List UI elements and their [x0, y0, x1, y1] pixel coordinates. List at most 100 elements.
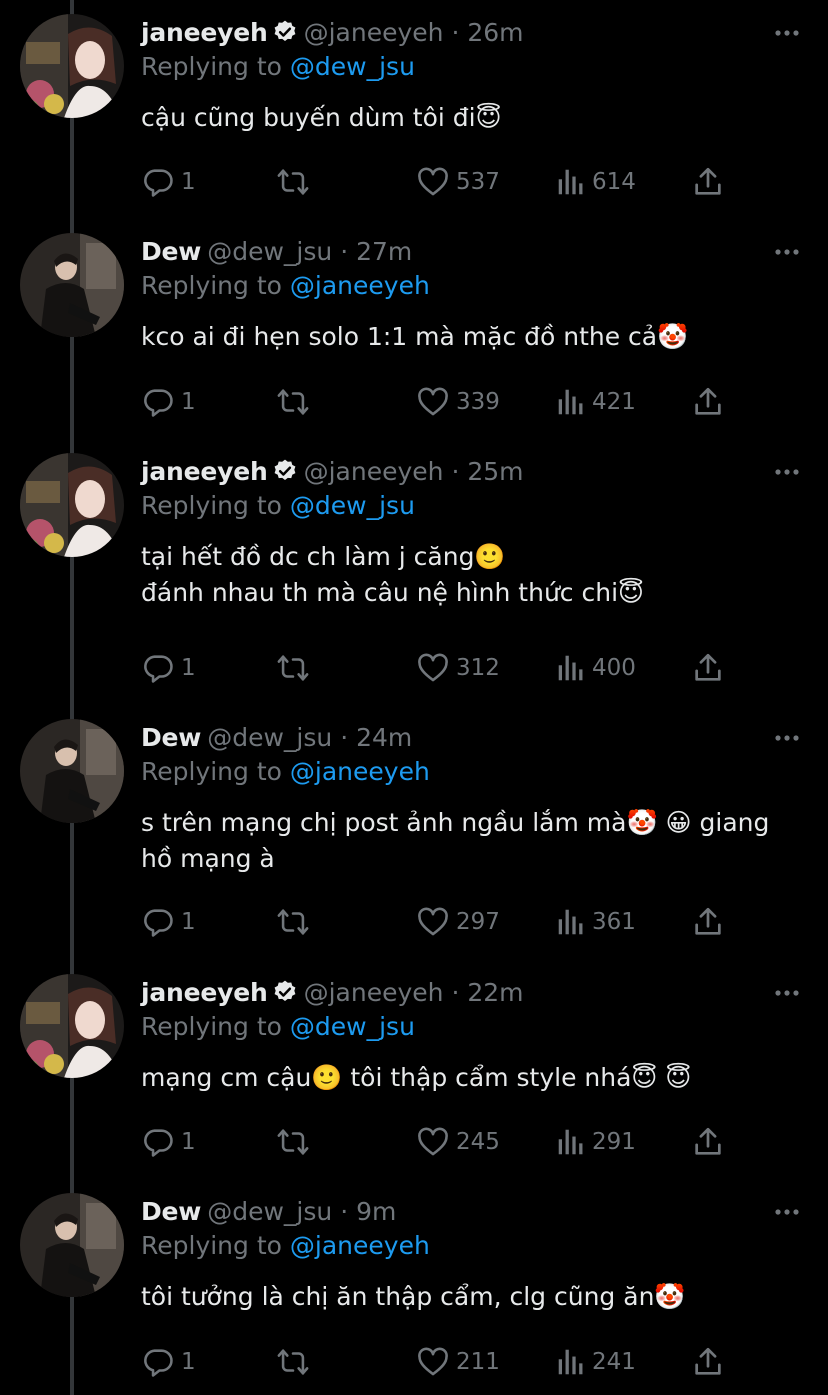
tweet-actions: 1 312 400 — [141, 650, 741, 686]
share-icon — [691, 385, 725, 419]
tweet-text: s trên mạng chị post ảnh ngầu lắm mà🤡 😀 … — [141, 805, 801, 877]
verified-badge-icon — [272, 979, 298, 1014]
views-count: 614 — [592, 169, 636, 195]
replying-to-mention[interactable]: @janeeyeh — [290, 271, 430, 300]
avatar[interactable] — [20, 14, 124, 118]
share-button[interactable] — [691, 1344, 725, 1380]
reply-icon — [141, 165, 175, 199]
tweet-actions: 1 211 241 — [141, 1344, 741, 1380]
views-button[interactable]: 241 — [556, 1344, 636, 1380]
retweet-button[interactable] — [276, 1124, 310, 1160]
tweet-text: tôi tưởng là chị ăn thập cẩm, clg cũng ă… — [141, 1279, 801, 1315]
views-count: 241 — [592, 1349, 636, 1375]
tweet-text: mạng cm cậu🙂 tôi thập cẩm style nhá😇 😇 — [141, 1060, 801, 1096]
retweet-button[interactable] — [276, 1344, 310, 1380]
more-icon[interactable] — [774, 22, 800, 41]
retweet-button[interactable] — [276, 650, 310, 686]
author-handle[interactable]: @dew_jsu — [207, 1197, 332, 1226]
more-icon[interactable] — [774, 241, 800, 260]
views-count: 400 — [592, 655, 636, 681]
reply-button[interactable]: 1 — [141, 384, 196, 420]
avatar[interactable] — [20, 453, 124, 557]
views-icon — [556, 165, 586, 199]
retweet-button[interactable] — [276, 904, 310, 940]
tweet-header: janeeyeh @janeeyeh · 25m — [141, 455, 524, 493]
like-count: 245 — [456, 1129, 500, 1155]
author-name[interactable]: janeeyeh — [141, 457, 268, 486]
author-handle[interactable]: @janeeyeh — [304, 457, 444, 486]
like-count: 297 — [456, 909, 500, 935]
tweet-timestamp[interactable]: · 22m — [451, 978, 523, 1007]
replying-to: Replying to @janeeyeh — [141, 1229, 430, 1263]
views-button[interactable]: 361 — [556, 904, 636, 940]
author-handle[interactable]: @dew_jsu — [207, 237, 332, 266]
like-count: 537 — [456, 169, 500, 195]
tweet-text: cậu cũng buyến dùm tôi đi😇 — [141, 100, 801, 136]
reply-button[interactable]: 1 — [141, 904, 196, 940]
views-button[interactable]: 291 — [556, 1124, 636, 1160]
share-icon — [691, 651, 725, 685]
author-name[interactable]: Dew — [141, 1197, 201, 1226]
replying-to: Replying to @dew_jsu — [141, 50, 415, 84]
tweet-timestamp[interactable]: · 25m — [451, 457, 523, 486]
author-handle[interactable]: @dew_jsu — [207, 723, 332, 752]
views-button[interactable]: 400 — [556, 650, 636, 686]
more-icon[interactable] — [774, 1201, 800, 1220]
more-icon[interactable] — [774, 982, 800, 1001]
author-name[interactable]: Dew — [141, 723, 201, 752]
replying-to-mention[interactable]: @janeeyeh — [290, 1231, 430, 1260]
avatar[interactable] — [20, 1193, 124, 1297]
share-button[interactable] — [691, 1124, 725, 1160]
replying-to-label: Replying to — [141, 271, 282, 300]
like-count: 312 — [456, 655, 500, 681]
more-icon[interactable] — [774, 727, 800, 746]
views-icon — [556, 1125, 586, 1159]
reply-button[interactable]: 1 — [141, 1124, 196, 1160]
share-button[interactable] — [691, 650, 725, 686]
tweet-timestamp[interactable]: · 27m — [340, 237, 412, 266]
like-button[interactable]: 245 — [416, 1124, 500, 1160]
like-button[interactable]: 211 — [416, 1344, 500, 1380]
tweet-timestamp[interactable]: · 26m — [451, 18, 523, 47]
like-button[interactable]: 312 — [416, 650, 500, 686]
views-button[interactable]: 421 — [556, 384, 636, 420]
tweet-timestamp[interactable]: · 9m — [340, 1197, 396, 1226]
author-handle[interactable]: @janeeyeh — [304, 978, 444, 1007]
tweet-text: kco ai đi hẹn solo 1:1 mà mặc đồ nthe cả… — [141, 319, 801, 355]
verified-badge-icon — [272, 19, 298, 54]
replying-to-mention[interactable]: @janeeyeh — [290, 757, 430, 786]
tweet-text-line: mạng cm cậu🙂 tôi thập cẩm style nhá😇 😇 — [141, 1063, 692, 1092]
reply-button[interactable]: 1 — [141, 1344, 196, 1380]
retweet-button[interactable] — [276, 164, 310, 200]
reply-count: 1 — [181, 169, 196, 195]
author-name[interactable]: janeeyeh — [141, 978, 268, 1007]
author-name[interactable]: Dew — [141, 237, 201, 266]
share-button[interactable] — [691, 164, 725, 200]
retweet-button[interactable] — [276, 384, 310, 420]
tweet-text-line: cậu cũng buyến dùm tôi đi😇 — [141, 103, 502, 132]
retweet-icon — [276, 165, 310, 199]
like-button[interactable]: 537 — [416, 164, 500, 200]
tweet-timestamp[interactable]: · 24m — [340, 723, 412, 752]
tweet-actions: 1 339 421 — [141, 384, 741, 420]
author-handle[interactable]: @janeeyeh — [304, 18, 444, 47]
share-button[interactable] — [691, 384, 725, 420]
views-button[interactable]: 614 — [556, 164, 636, 200]
avatar[interactable] — [20, 719, 124, 823]
like-button[interactable]: 339 — [416, 384, 500, 420]
author-name[interactable]: janeeyeh — [141, 18, 268, 47]
like-button[interactable]: 297 — [416, 904, 500, 940]
avatar[interactable] — [20, 974, 124, 1078]
replying-to-mention[interactable]: @dew_jsu — [290, 491, 415, 520]
more-icon[interactable] — [774, 461, 800, 480]
replying-to-mention[interactable]: @dew_jsu — [290, 52, 415, 81]
replying-to-mention[interactable]: @dew_jsu — [290, 1012, 415, 1041]
avatar[interactable] — [20, 233, 124, 337]
views-count: 291 — [592, 1129, 636, 1155]
thread-connector — [70, 0, 74, 1395]
reply-button[interactable]: 1 — [141, 650, 196, 686]
reply-button[interactable]: 1 — [141, 164, 196, 200]
views-count: 361 — [592, 909, 636, 935]
reply-icon — [141, 385, 175, 419]
share-button[interactable] — [691, 904, 725, 940]
